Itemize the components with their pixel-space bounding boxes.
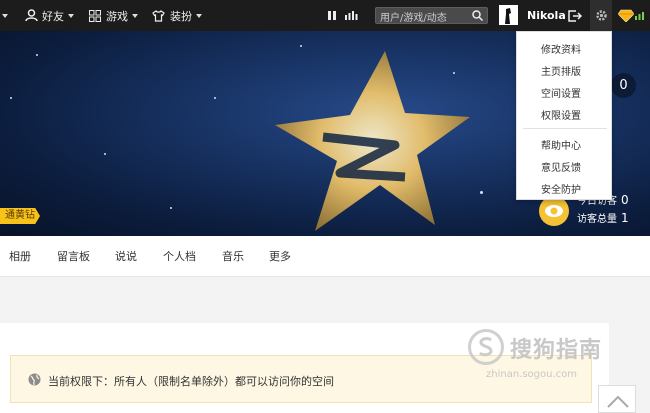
globe-icon	[28, 373, 41, 386]
nav-more[interactable]: 更多	[269, 236, 291, 277]
open-yellow-diamond-tag[interactable]: 通黄钻	[0, 208, 40, 224]
menu-item-edit-profile[interactable]: 修改资料	[541, 41, 581, 56]
menu-item-space-settings[interactable]: 空间设置	[541, 85, 581, 100]
username[interactable]: Nikola	[527, 0, 566, 31]
total-visitors-label: 访客总量	[577, 214, 617, 225]
menu-item-permission-settings[interactable]: 权限设置	[541, 107, 581, 122]
settings-button[interactable]	[590, 0, 612, 31]
dress-menu[interactable]: 装扮	[152, 0, 202, 31]
top-bar: 好友 游戏 装扮 用户/游戏/动态 Nikola	[0, 0, 650, 31]
friends-label: 好友	[42, 9, 64, 23]
games-menu[interactable]: 游戏	[89, 0, 138, 31]
qzone-star-logo	[275, 51, 470, 231]
search-placeholder: 用户/游戏/动态	[380, 13, 447, 24]
notification-count[interactable]: 0	[611, 73, 636, 98]
today-visitors-value: 0	[621, 193, 629, 207]
menu-divider	[523, 128, 607, 129]
chevron-up-icon	[607, 395, 629, 408]
dress-label: 装扮	[170, 9, 192, 23]
menu-item-homepage-layout[interactable]: 主页排版	[541, 63, 581, 78]
nav-message-board[interactable]: 留言板	[57, 236, 90, 277]
main-nav: 相册 留言板 说说 个人档 音乐 更多	[0, 236, 650, 277]
menu-item-help-center[interactable]: 帮助中心	[541, 137, 581, 152]
total-visitors-value: 1	[621, 211, 629, 225]
nav-album[interactable]: 相册	[9, 236, 31, 277]
permission-notice-text: 当前权限下：所有人（限制名单除外）都可以访问你的空间	[48, 375, 334, 388]
visitor-eye-icon[interactable]	[539, 196, 569, 226]
games-label: 游戏	[106, 9, 128, 23]
diamond-icon	[618, 9, 634, 22]
search-icon[interactable]	[472, 10, 483, 21]
avatar[interactable]	[499, 5, 518, 25]
content-gap	[0, 277, 650, 323]
signal-icon	[635, 12, 644, 20]
grid-icon	[89, 9, 101, 22]
menu-item-feedback[interactable]: 意见反馈	[541, 159, 581, 174]
watermark-url: zhinan.sogou.com	[486, 369, 578, 380]
friends-icon	[25, 9, 38, 22]
logout-button[interactable]	[568, 0, 582, 31]
pause-icon	[328, 11, 336, 20]
nav-profile[interactable]: 个人档	[163, 236, 196, 277]
qzone-page: 好友 游戏 装扮 用户/游戏/动态 Nikola 通黄钻 0 今日访客 0 访客…	[0, 0, 650, 413]
menu-item-security[interactable]: 安全防护	[541, 181, 581, 196]
pause-button[interactable]	[328, 0, 336, 31]
prev-menu-caret[interactable]	[0, 0, 8, 31]
sogou-logo-icon	[468, 329, 504, 365]
tshirt-icon	[152, 9, 165, 22]
yellow-diamond-button[interactable]	[618, 0, 644, 31]
music-bars-button[interactable]	[345, 0, 358, 31]
sogou-watermark: 搜狗指南 zhinan.sogou.com	[468, 325, 628, 385]
gear-icon	[595, 10, 607, 21]
friends-menu[interactable]: 好友	[25, 0, 74, 31]
settings-dropdown-menu: 修改资料 主页排版 空间设置 权限设置 帮助中心 意见反馈 安全防护	[516, 31, 612, 200]
search-input[interactable]: 用户/游戏/动态	[375, 7, 488, 24]
avatar-figure-icon	[499, 5, 518, 25]
back-to-top-button[interactable]	[598, 385, 636, 413]
watermark-brand: 搜狗指南	[510, 338, 603, 363]
nav-music[interactable]: 音乐	[222, 236, 244, 277]
nav-shuoshuo[interactable]: 说说	[115, 236, 137, 277]
equalizer-icon	[345, 11, 358, 20]
logout-icon	[568, 9, 582, 22]
